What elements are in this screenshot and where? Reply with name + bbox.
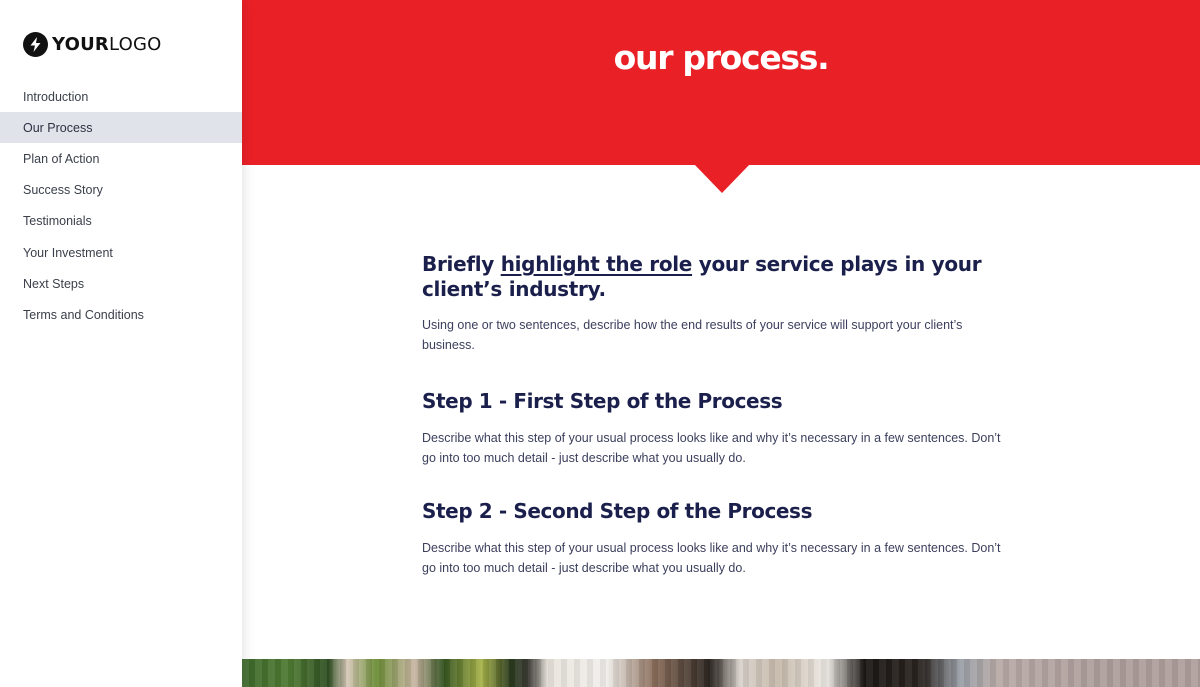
lead-heading-prefix: Briefly bbox=[422, 252, 501, 276]
sidebar-item-next-steps[interactable]: Next Steps bbox=[0, 268, 242, 299]
logo-text: YOURLOGO bbox=[52, 32, 161, 57]
step-2-description: Describe what this step of your usual pr… bbox=[422, 541, 1001, 575]
step-1: Step 1 - First Step of the Process Descr… bbox=[422, 388, 1002, 468]
banner-pointer bbox=[694, 164, 750, 193]
sidebar-item-plan-of-action[interactable]: Plan of Action bbox=[0, 143, 242, 174]
office-photo bbox=[242, 659, 1200, 687]
sidebar-item-our-process[interactable]: Our Process bbox=[0, 112, 242, 144]
content-body: Briefly highlight the role your service … bbox=[422, 252, 1022, 575]
lightning-bolt-icon bbox=[23, 32, 48, 57]
lead-heading: Briefly highlight the role your service … bbox=[422, 252, 1022, 302]
step-1-number: Step 1 - bbox=[422, 389, 514, 413]
lead-paragraph: Using one or two sentences, describe how… bbox=[422, 318, 963, 352]
step-2-number: Step 2 - bbox=[422, 499, 514, 523]
page-title: our process. bbox=[613, 38, 830, 77]
step-1-description: Describe what this step of your usual pr… bbox=[422, 431, 1001, 465]
sidebar-nav: Introduction Our Process Plan of Action … bbox=[0, 81, 242, 331]
main-content: our process. Briefly highlight the role … bbox=[242, 0, 1200, 687]
logo-text-light: LOGO bbox=[108, 34, 162, 55]
section-banner: our process. bbox=[242, 0, 1200, 165]
sidebar-item-testimonials[interactable]: Testimonials bbox=[0, 206, 242, 237]
logo[interactable]: YOURLOGO bbox=[23, 32, 161, 57]
step-2-title: Second Step of the Process bbox=[513, 499, 813, 523]
step-2-heading: Step 2 - Second Step of the Process bbox=[422, 498, 1002, 524]
step-1-heading: Step 1 - First Step of the Process bbox=[422, 388, 1002, 414]
sidebar-item-success-story[interactable]: Success Story bbox=[0, 175, 242, 206]
logo-text-bold: YOUR bbox=[52, 34, 109, 55]
step-1-title: First Step of the Process bbox=[513, 389, 783, 413]
lead-heading-highlight: highlight the role bbox=[500, 252, 693, 276]
step-2: Step 2 - Second Step of the Process Desc… bbox=[422, 498, 1002, 578]
sidebar-item-terms-and-conditions[interactable]: Terms and Conditions bbox=[0, 299, 242, 330]
sidebar-item-your-investment[interactable]: Your Investment bbox=[0, 237, 242, 268]
sidebar: YOURLOGO Introduction Our Process Plan o… bbox=[0, 0, 242, 687]
sidebar-item-introduction[interactable]: Introduction bbox=[0, 81, 242, 112]
